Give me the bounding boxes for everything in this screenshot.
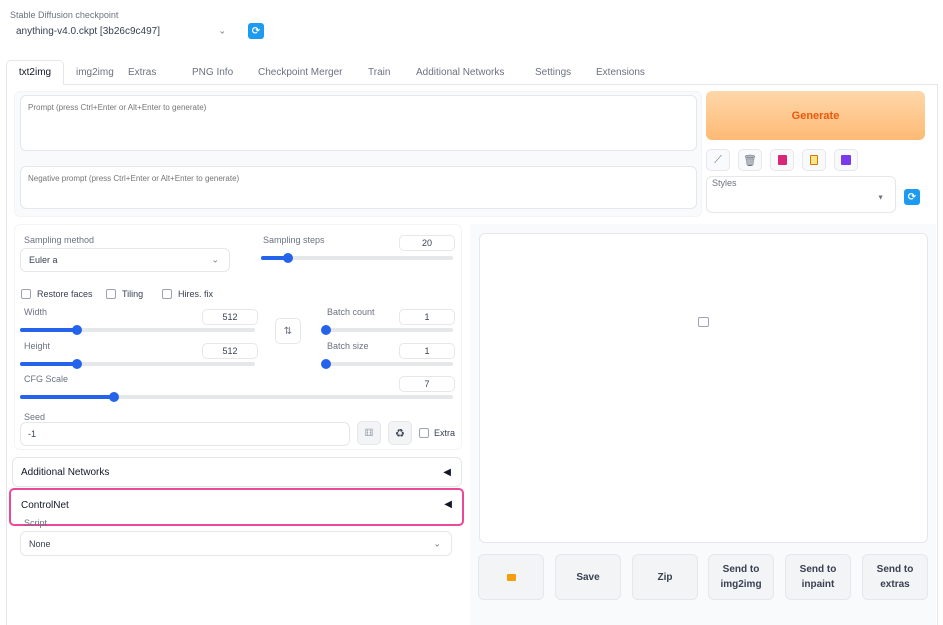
batch-size-input[interactable]: 1: [399, 343, 455, 359]
width-knob[interactable]: [72, 325, 82, 335]
batch-size-slider[interactable]: [321, 359, 453, 369]
collapse-arrow-icon: ◀: [444, 499, 452, 510]
batch-count-knob[interactable]: [321, 325, 331, 335]
read-params-button[interactable]: ⟋: [706, 149, 730, 171]
tab-settings[interactable]: Settings: [535, 60, 571, 84]
height-slider[interactable]: [20, 359, 255, 369]
cfg-scale-label: CFG Scale: [24, 374, 69, 384]
styles-refresh-button[interactable]: ⟳: [904, 189, 920, 205]
image-placeholder-icon: [698, 317, 709, 327]
height-input[interactable]: 512: [202, 343, 258, 359]
random-seed-button[interactable]: ⚅: [357, 421, 381, 445]
script-label: Script: [24, 518, 48, 528]
collapse-arrow-icon: ◀: [443, 466, 451, 478]
tab-extensions[interactable]: Extensions: [596, 60, 645, 84]
bookmark-icon: [777, 155, 787, 165]
seed-label: Seed: [24, 412, 46, 422]
save-output-button[interactable]: Save: [555, 554, 621, 600]
sampling-steps-label: Sampling steps: [263, 235, 325, 245]
extra-seed-option[interactable]: Extra: [419, 428, 455, 438]
height-knob[interactable]: [72, 359, 82, 369]
open-folder-button[interactable]: [478, 554, 544, 600]
tiling-option[interactable]: Tiling: [106, 289, 143, 299]
sampling-method-label: Sampling method: [24, 235, 95, 245]
sampling-steps-slider[interactable]: [261, 253, 453, 263]
generate-button[interactable]: Generate: [706, 91, 925, 140]
sampling-steps-input[interactable]: 20: [399, 235, 455, 251]
sampling-method-select[interactable]: Euler a ⌄: [20, 248, 230, 272]
cfg-scale-input[interactable]: 7: [399, 376, 455, 392]
width-fill: [20, 328, 77, 332]
seed-input[interactable]: -1: [20, 422, 350, 446]
batch-count-slider[interactable]: [321, 325, 453, 335]
output-gallery: [479, 233, 928, 543]
send-to-extras-button[interactable]: Send to extras: [862, 554, 928, 600]
batch-count-input[interactable]: 1: [399, 309, 455, 325]
checkpoint-label: Stable Diffusion checkpoint: [10, 10, 119, 20]
tab-additional-networks[interactable]: Additional Networks: [416, 60, 504, 84]
clear-prompt-button[interactable]: 🗑: [738, 149, 762, 171]
swap-icon: ⇅: [283, 325, 293, 337]
chevron-down-icon: ⌄: [218, 25, 226, 36]
chevron-down-icon: ⌄: [433, 538, 441, 548]
send-to-img2img-button[interactable]: Send to img2img: [708, 554, 774, 600]
zip-button[interactable]: Zip: [632, 554, 698, 600]
cfg-scale-fill: [20, 395, 114, 399]
controlnet-accordion[interactable]: ControlNet ◀: [9, 488, 464, 526]
sampling-method-value: Euler a: [29, 255, 58, 265]
checkpoint-refresh-button[interactable]: ⟳: [248, 23, 264, 39]
height-fill: [20, 362, 77, 366]
extra-seed-checkbox[interactable]: [419, 428, 429, 438]
tab-train[interactable]: Train: [368, 60, 390, 84]
hires-fix-option[interactable]: Hires. fix: [162, 289, 213, 299]
send-to-inpaint-button[interactable]: Send to inpaint: [785, 554, 851, 600]
save-style-button[interactable]: [834, 149, 858, 171]
clipboard-icon: [810, 155, 818, 165]
height-label: Height: [24, 341, 51, 351]
chevron-down-icon: ▼: [877, 194, 884, 202]
pencil-icon: ⟋: [714, 153, 722, 166]
additional-networks-accordion[interactable]: Additional Networks ◀: [12, 457, 462, 487]
restore-faces-option[interactable]: Restore faces: [21, 289, 93, 299]
styles-select[interactable]: ▼: [708, 186, 894, 210]
trash-icon: 🗑: [743, 154, 757, 167]
tab-png-info[interactable]: PNG Info: [192, 60, 233, 84]
batch-count-label: Batch count: [327, 307, 375, 317]
cfg-scale-slider[interactable]: [20, 392, 453, 402]
tiling-checkbox[interactable]: [106, 289, 116, 299]
negative-prompt-input[interactable]: [20, 166, 697, 209]
reuse-seed-button[interactable]: ♻: [388, 421, 412, 445]
width-input[interactable]: 512: [202, 309, 258, 325]
chevron-down-icon: ⌄: [211, 254, 219, 265]
folder-icon: [506, 573, 516, 581]
script-select[interactable]: None ⌄: [20, 531, 452, 556]
checkpoint-value: anything-v4.0.ckpt [3b26c9c497]: [16, 25, 160, 37]
tab-txt2img[interactable]: txt2img: [6, 60, 64, 85]
show-extra-networks-button[interactable]: [770, 149, 794, 171]
recycle-icon: ♻: [395, 427, 405, 440]
refresh-icon: ⟳: [907, 191, 917, 203]
batch-size-knob[interactable]: [321, 359, 331, 369]
tab-extras[interactable]: Extras: [128, 60, 156, 84]
dice-icon: ⚅: [364, 427, 374, 439]
cfg-scale-knob[interactable]: [109, 392, 119, 402]
width-slider[interactable]: [20, 325, 255, 335]
sampling-steps-knob[interactable]: [283, 253, 293, 263]
hires-fix-checkbox[interactable]: [162, 289, 172, 299]
tab-checkpoint-merger[interactable]: Checkpoint Merger: [258, 60, 342, 84]
save-icon: [841, 155, 851, 165]
restore-faces-checkbox[interactable]: [21, 289, 31, 299]
checkpoint-select[interactable]: anything-v4.0.ckpt [3b26c9c497] ⌄: [8, 20, 236, 42]
refresh-icon: ⟳: [251, 25, 261, 37]
apply-style-button[interactable]: [802, 149, 826, 171]
width-label: Width: [24, 307, 48, 317]
batch-size-label: Batch size: [327, 341, 369, 351]
tab-img2img[interactable]: img2img: [76, 60, 114, 84]
prompt-input[interactable]: [20, 95, 697, 151]
swap-dimensions-button[interactable]: ⇅: [275, 318, 301, 344]
